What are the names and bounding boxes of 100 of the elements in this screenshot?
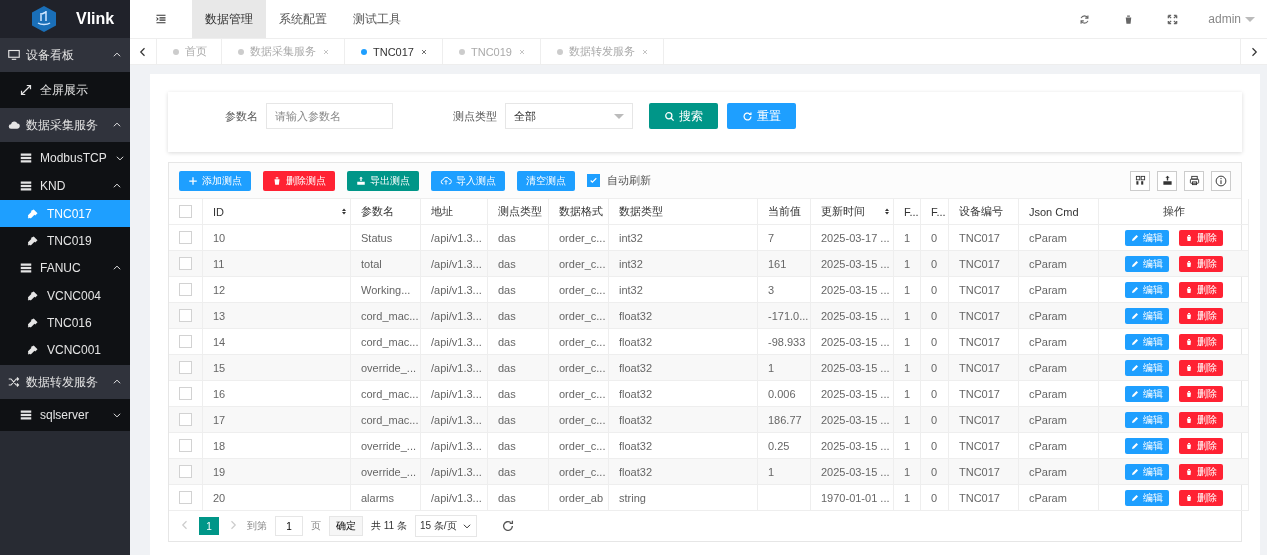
sort-icon [883,207,891,216]
edit-button[interactable]: 编辑 [1124,281,1169,298]
auto-refresh-checkbox[interactable] [587,174,600,187]
table-cell: 2025-03-15 ... [811,303,894,329]
page-tab[interactable]: 数据转发服务 [540,39,664,64]
delete-button[interactable]: 删除 [1178,463,1223,480]
plug-icon [27,234,39,247]
page-size-select[interactable]: 15 条/页 [414,515,477,537]
table-cell: /api/v1.3... [421,485,488,511]
table-cell: 2025-03-15 ... [811,355,894,381]
confirm-button[interactable]: 确定 [329,516,363,536]
nav-tab[interactable]: 数据管理 [192,0,266,38]
delete-button[interactable]: 删除 [1178,333,1223,350]
page-number-field[interactable]: 1 [275,516,303,536]
toolbar-button[interactable]: 添加测点 [179,170,251,191]
toolbar-button[interactable]: 导出测点 [347,170,419,191]
user-menu[interactable]: admin [1194,12,1267,26]
delete-button[interactable]: 删除 [1178,411,1223,428]
delete-button[interactable]: 删除 [1178,255,1223,272]
table-cell: 0 [921,485,949,511]
row-checkbox[interactable] [179,335,192,348]
edit-button[interactable]: 编辑 [1124,359,1169,376]
sidebar-item[interactable]: TNC016 [0,309,130,336]
page-label: 页 [311,519,321,533]
sidebar-section[interactable]: 设备看板 [0,38,130,72]
toolbar-button[interactable]: 导入测点 [431,170,505,191]
refresh-icon [1078,13,1090,25]
check-icon [589,176,598,185]
delete-button[interactable]: 删除 [1178,385,1223,402]
pencil-icon [1130,415,1139,424]
row-checkbox[interactable] [179,439,192,452]
edit-button[interactable]: 编辑 [1124,307,1169,324]
sidebar-item[interactable]: TNC019 [0,227,130,254]
delete-button[interactable]: 删除 [1178,489,1223,506]
row-checkbox[interactable] [179,413,192,426]
page-tab[interactable]: 首页 [157,39,222,64]
sidebar-group[interactable]: KND [0,172,130,200]
delete-button[interactable]: 删除 [1178,281,1223,298]
delete-button[interactable]: 删除 [1178,229,1223,246]
row-checkbox[interactable] [179,387,192,400]
nav-tab[interactable]: 系统配置 [266,0,340,38]
delete-button[interactable]: 删除 [1178,437,1223,454]
delete-button[interactable]: 删除 [1178,307,1223,324]
row-checkbox[interactable] [179,465,192,478]
page-tab[interactable]: TNC017 [345,39,443,64]
sidebar-item[interactable]: VCNC001 [0,336,130,363]
page-button[interactable]: 1 [199,517,219,535]
sidebar-section[interactable]: 数据转发服务 [0,365,130,399]
table-cell: override_... [351,459,421,485]
plug-icon [27,289,39,302]
edit-button[interactable]: 编辑 [1124,229,1169,246]
row-checkbox[interactable] [179,361,192,374]
search-button[interactable]: 搜索 [649,103,718,129]
sort-icon [340,207,348,216]
edit-button[interactable]: 编辑 [1124,255,1169,272]
column-header[interactable]: ID [203,199,351,225]
print-button[interactable] [1184,170,1204,191]
sidebar-group[interactable]: sqlserver [0,401,130,429]
info-button[interactable] [1211,170,1231,191]
select-all-checkbox[interactable] [179,205,192,218]
row-checkbox[interactable] [179,257,192,270]
edit-button[interactable]: 编辑 [1124,463,1169,480]
edit-button[interactable]: 编辑 [1124,333,1169,350]
edit-button[interactable]: 编辑 [1124,411,1169,428]
sidebar-group[interactable]: ModbusTCP [0,144,130,172]
sidebar-item[interactable]: TNC017 [0,200,130,227]
reset-button[interactable]: 重置 [727,103,796,129]
pencil-icon [1130,389,1139,398]
sidebar-item[interactable]: 全屏展示 [0,74,130,106]
chevron-up-icon [112,50,122,60]
trash-icon [1184,493,1193,502]
row-checkbox[interactable] [179,231,192,244]
export-icon [1161,175,1173,186]
table-cell: override_... [351,355,421,381]
delete-button[interactable]: 删除 [1178,359,1223,376]
table-cell: das [488,459,549,485]
edit-button[interactable]: 编辑 [1124,437,1169,454]
toolbar-button[interactable]: 删除测点 [263,170,335,191]
columns-button[interactable] [1130,170,1150,191]
cloud-icon [8,119,20,131]
trash-icon [1184,233,1193,242]
toolbar-button[interactable]: 清空测点 [517,170,575,191]
export-button[interactable] [1157,170,1177,191]
table-cell: 2025-03-15 ... [811,407,894,433]
column-header[interactable]: 更新时间 [811,199,894,225]
param-name-field[interactable]: 请输入参数名 [266,103,393,129]
edit-button[interactable]: 编辑 [1124,385,1169,402]
page-tab[interactable]: 数据采集服务 [222,39,345,64]
sidebar-group[interactable]: FANUC [0,254,130,282]
page-tab[interactable]: TNC019 [442,39,541,64]
nav-tab[interactable]: 测试工具 [340,0,414,38]
row-checkbox[interactable] [179,309,192,322]
table-cell: /api/v1.3... [421,407,488,433]
point-type-select[interactable]: 全部 [505,103,633,129]
table-cell: das [488,303,549,329]
sidebar-section[interactable]: 数据采集服务 [0,108,130,142]
sidebar-item[interactable]: VCNC004 [0,282,130,309]
row-checkbox[interactable] [179,491,192,504]
row-checkbox[interactable] [179,283,192,296]
edit-button[interactable]: 编辑 [1124,489,1169,506]
